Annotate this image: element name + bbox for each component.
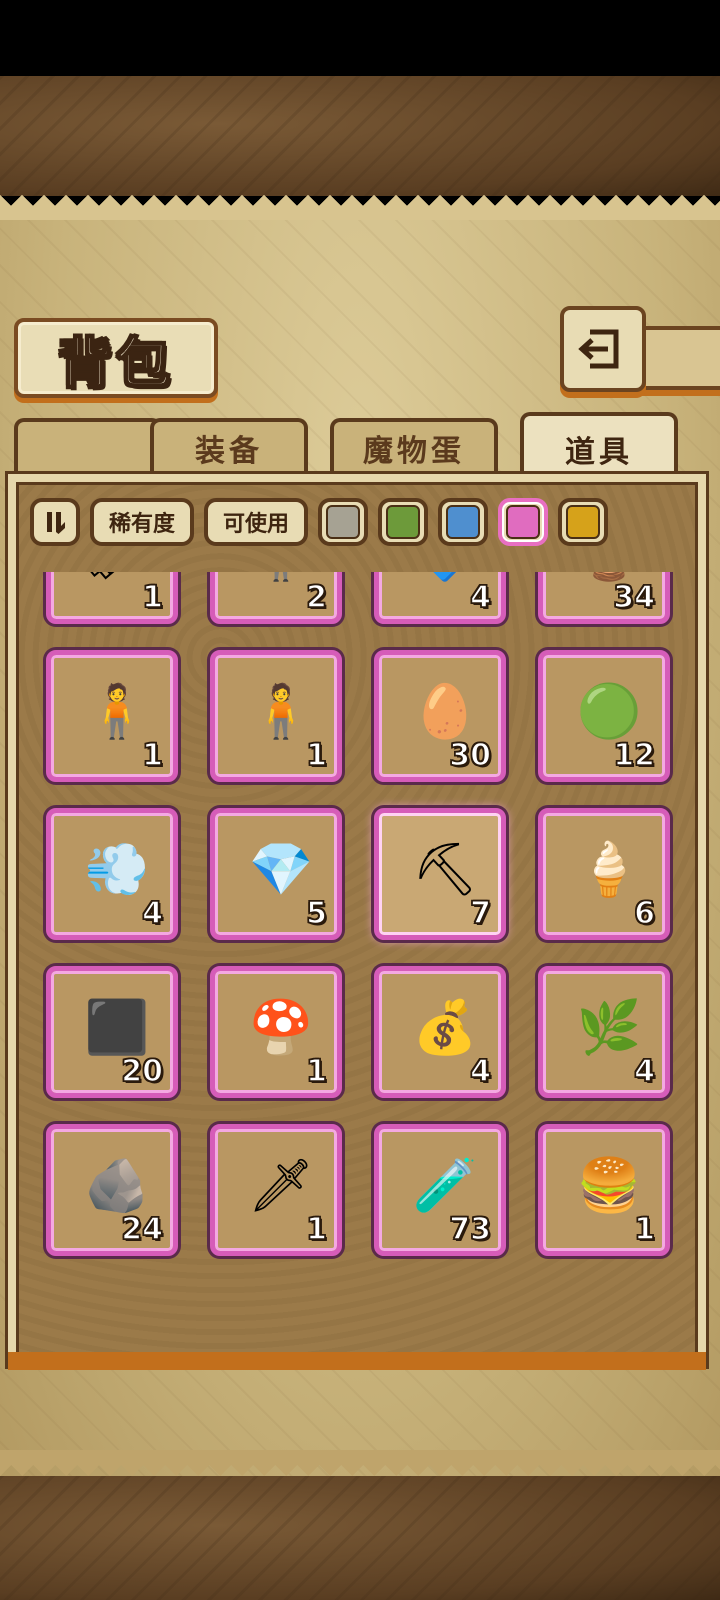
filter-color-gold[interactable]: [558, 498, 608, 546]
item-count: 4: [469, 1053, 491, 1090]
tab-monster-egg[interactable]: 魔物蛋: [330, 418, 498, 474]
blue-swatch: [446, 505, 480, 539]
item-count: 1: [305, 1211, 327, 1248]
item-count: 6: [633, 895, 655, 932]
item-count: 4: [633, 1053, 655, 1090]
item-count: 20: [121, 1053, 164, 1090]
return-arrow-icon: [578, 329, 619, 369]
rarity-sort-label: 稀有度: [108, 512, 175, 537]
item-count: 30: [449, 737, 492, 774]
item-count: 1: [141, 737, 163, 774]
filter-bar: 稀有度 可使用: [30, 496, 608, 548]
rarity-sort-button[interactable]: 稀有度: [90, 498, 194, 546]
item-slot-gold-sack[interactable]: 💰 4: [374, 966, 506, 1098]
item-slot-blue-gem[interactable]: 💎 5: [210, 808, 342, 940]
item-count: 2: [305, 579, 327, 616]
gray-swatch: [326, 505, 360, 539]
status-bar: [0, 0, 720, 76]
item-count: 1: [305, 1053, 327, 1090]
back-button[interactable]: [560, 306, 646, 392]
item-slot-cream-bowl[interactable]: 🍦 6: [538, 808, 670, 940]
item-count: 24: [121, 1211, 164, 1248]
page-title: 背包: [57, 331, 174, 396]
tab-monster-egg-label: 魔物蛋: [363, 434, 465, 469]
item-count: 1: [305, 737, 327, 774]
item-slot-green-slime[interactable]: 🟢 12: [538, 650, 670, 782]
item-count: 1: [633, 1211, 655, 1248]
item-count: 12: [613, 737, 656, 774]
item-slot-mushroom-girl-figurine[interactable]: 🍄 1: [210, 966, 342, 1098]
tab-items-label: 道具: [565, 435, 633, 470]
panel-bottom-edge: [8, 1352, 706, 1370]
item-grid-viewport[interactable]: 🗝1🧍2🔷4🔮34🧍1🧍1🥚30🟢12💨4💎5⛏7🍦6⬛20🍄1💰4🌿4🪨24🗡…: [30, 572, 690, 1334]
pause-sort-icon: [47, 512, 65, 534]
item-slot-herb-sprig[interactable]: 🌿 4: [538, 966, 670, 1098]
item-slot-pink-hair-figurine[interactable]: 🧍 1: [210, 650, 342, 782]
item-slot-gold-key-statue[interactable]: 🗝1: [46, 572, 178, 624]
item-count: 4: [141, 895, 163, 932]
filter-color-green[interactable]: [378, 498, 428, 546]
item-count: 7: [469, 895, 491, 932]
item-count: 5: [305, 895, 327, 932]
item-count: 4: [469, 579, 491, 616]
item-count: 1: [141, 579, 163, 616]
filter-color-pink[interactable]: [498, 498, 548, 546]
item-slot-silver-shard[interactable]: 🪨 24: [46, 1124, 178, 1256]
usable-filter-button[interactable]: 可使用: [204, 498, 308, 546]
tab-items[interactable]: 道具: [520, 412, 678, 482]
item-slot-blue-crystal-shard[interactable]: 🔷4: [374, 572, 506, 624]
usable-filter-label: 可使用: [222, 512, 289, 537]
green-swatch: [386, 505, 420, 539]
item-count: 73: [449, 1211, 492, 1248]
filter-color-blue[interactable]: [438, 498, 488, 546]
item-slot-black-hair-figurine[interactable]: 🧍 1: [46, 650, 178, 782]
pink-swatch: [506, 505, 540, 539]
item-slot-pickaxe[interactable]: ⛏ 7: [374, 808, 506, 940]
item-count: 34: [613, 579, 656, 616]
item-slot-iron-ingot[interactable]: ⬛ 20: [46, 966, 178, 1098]
sort-toggle-button[interactable]: [30, 498, 80, 546]
item-slot-dark-smoke[interactable]: 💨 4: [46, 808, 178, 940]
torn-edge-top: [0, 192, 720, 220]
gold-swatch: [566, 505, 600, 539]
tab-equipment-label: 装备: [195, 434, 263, 469]
item-slot-brown-hair-figurine[interactable]: 🧍2: [210, 572, 342, 624]
tab-equipment[interactable]: 装备: [150, 418, 308, 474]
tab-empty-slot: [14, 418, 162, 474]
title-plate: 背包: [14, 318, 218, 398]
item-slot-rainbow-egg[interactable]: 🥚 30: [374, 650, 506, 782]
map-background-bottom: [0, 1476, 720, 1600]
item-slot-purple-potion[interactable]: 🧪 73: [374, 1124, 506, 1256]
map-background-top: [0, 76, 720, 196]
item-slot-burger-figurine[interactable]: 🍔 1: [538, 1124, 670, 1256]
item-slot-rune-crystal[interactable]: 🔮34: [538, 572, 670, 624]
back-button-bar: [636, 326, 720, 390]
filter-color-gray[interactable]: [318, 498, 368, 546]
item-slot-dark-sword[interactable]: 🗡 1: [210, 1124, 342, 1256]
